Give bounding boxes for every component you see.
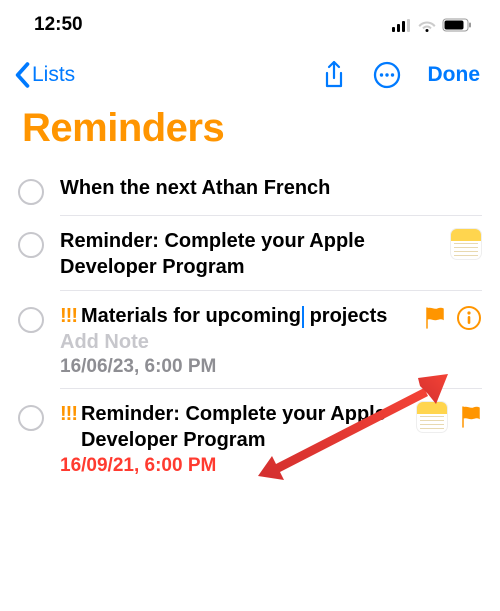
nav-back-button[interactable]: Lists — [12, 62, 75, 88]
notes-attachment-icon[interactable] — [416, 401, 448, 433]
status-icons — [392, 18, 472, 32]
add-note-placeholder[interactable]: Add Note — [60, 331, 416, 354]
reminder-item[interactable]: When the next Athan French — [0, 163, 500, 215]
reminder-item[interactable]: Reminder: Complete your Apple Developer … — [0, 216, 500, 290]
reminder-item[interactable]: !!! Reminder: Complete your Apple Develo… — [0, 389, 500, 487]
reminder-title: When the next Athan French — [60, 175, 482, 201]
text-cursor — [302, 306, 304, 328]
wifi-icon — [418, 19, 436, 32]
status-bar: 12:50 — [0, 0, 500, 44]
flag-icon[interactable] — [424, 306, 446, 330]
share-icon[interactable] — [322, 60, 346, 90]
reminder-content: !!! Reminder: Complete your Apple Develo… — [60, 401, 408, 477]
signal-icon — [392, 19, 412, 32]
flag-icon — [460, 405, 482, 429]
reminder-content: Reminder: Complete your Apple Developer … — [60, 228, 442, 280]
reminder-content: When the next Athan French — [60, 175, 482, 201]
reminder-title-input[interactable]: Materials for upcoming projects — [81, 303, 416, 329]
reminder-item[interactable]: !!! Materials for upcoming projects Add … — [0, 291, 500, 388]
info-icon[interactable] — [456, 305, 482, 331]
more-icon[interactable] — [372, 60, 402, 90]
priority-indicator: !!! — [60, 303, 77, 329]
priority-indicator: !!! — [60, 401, 77, 427]
battery-icon — [442, 18, 472, 32]
reminder-checkbox[interactable] — [18, 307, 44, 333]
nav-back-label: Lists — [32, 63, 75, 87]
reminder-checkbox[interactable] — [18, 179, 44, 205]
reminders-list: When the next Athan French Reminder: Com… — [0, 163, 500, 487]
reminder-title: Reminder: Complete your Apple Developer … — [60, 228, 442, 280]
notes-attachment-icon[interactable] — [450, 228, 482, 260]
reminder-date[interactable]: 16/09/21, 6:00 PM — [60, 455, 408, 477]
done-button[interactable]: Done — [428, 63, 481, 87]
reminder-checkbox[interactable] — [18, 232, 44, 258]
reminder-content: !!! Materials for upcoming projects Add … — [60, 303, 416, 378]
chevron-left-icon — [12, 62, 32, 88]
reminder-checkbox[interactable] — [18, 405, 44, 431]
nav-bar: Lists Done — [0, 44, 500, 102]
reminder-date[interactable]: 16/06/23, 6:00 PM — [60, 356, 416, 378]
nav-actions: Done — [322, 60, 481, 90]
status-time: 12:50 — [34, 14, 83, 36]
reminder-title: Reminder: Complete your Apple Developer … — [81, 401, 408, 453]
page-title: Reminders — [0, 102, 500, 163]
